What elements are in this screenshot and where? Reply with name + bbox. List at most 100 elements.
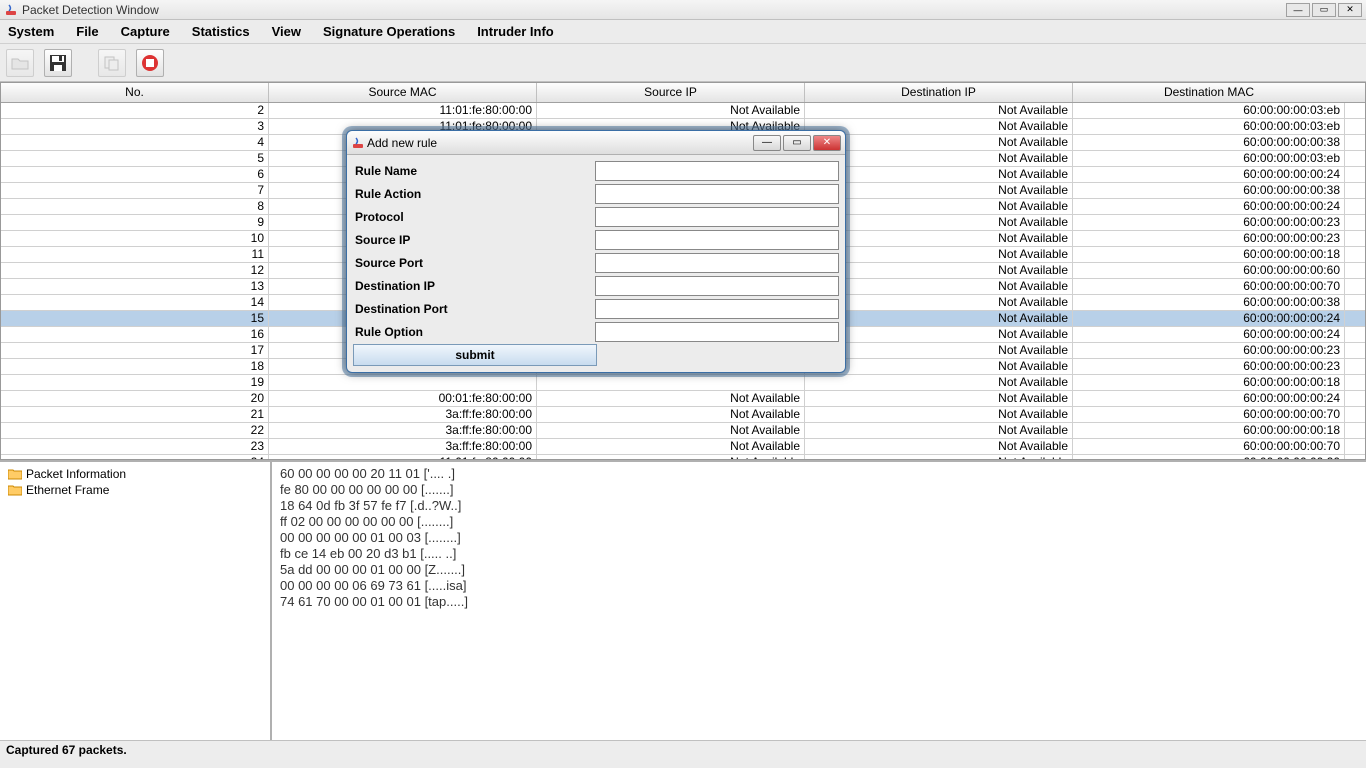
cell-dmac: 60:00:00:00:00:38 xyxy=(1073,135,1345,150)
cell-no: 7 xyxy=(1,183,269,198)
cell-dmac: 60:00:00:00:00:24 xyxy=(1073,311,1345,326)
cell-dmac: 60:00:00:00:00:23 xyxy=(1073,215,1345,230)
add-rule-dialog: Add new rule — ▭ ✕ Rule Name Rule Action… xyxy=(346,130,846,373)
titlebar: Packet Detection Window — ▭ ✕ xyxy=(0,0,1366,20)
cell-dmac: 60:00:00:00:00:60 xyxy=(1073,263,1345,278)
submit-button[interactable]: submit xyxy=(353,344,597,366)
input-protocol[interactable] xyxy=(595,207,839,227)
maximize-button[interactable]: ▭ xyxy=(1312,3,1336,17)
tree-label: Ethernet Frame xyxy=(26,483,109,497)
cell-dmac: 60:00:00:00:00:70 xyxy=(1073,439,1345,454)
form-row-protocol: Protocol xyxy=(351,205,841,228)
cell-dip: Not Available xyxy=(805,103,1073,118)
label-rule-name: Rule Name xyxy=(351,164,595,178)
form-row-destination-ip: Destination IP xyxy=(351,274,841,297)
form-row-rule-name: Rule Name xyxy=(351,159,841,182)
cell-dmac: 60:00:00:00:00:70 xyxy=(1073,407,1345,422)
table-row[interactable]: 213a:ff:fe:80:00:00Not AvailableNot Avai… xyxy=(1,407,1365,423)
cell-dmac: 60:00:00:00:00:24 xyxy=(1073,167,1345,182)
cell-dmac: 60:00:00:00:00:18 xyxy=(1073,423,1345,438)
input-rule-action[interactable] xyxy=(595,184,839,204)
table-row[interactable]: 19Not Available60:00:00:00:00:18 xyxy=(1,375,1365,391)
cell-smac: 3a:ff:fe:80:00:00 xyxy=(269,423,537,438)
cell-smac: 00:01:fe:80:00:00 xyxy=(269,391,537,406)
table-row[interactable]: 211:01:fe:80:00:00Not AvailableNot Avail… xyxy=(1,103,1365,119)
hex-line: fb ce 14 eb 00 20 d3 b1 [..... ..] xyxy=(280,546,1358,562)
menubar: System File Capture Statistics View Sign… xyxy=(0,20,1366,44)
dialog-titlebar[interactable]: Add new rule — ▭ ✕ xyxy=(347,131,845,155)
save-button[interactable] xyxy=(44,49,72,77)
input-source-port[interactable] xyxy=(595,253,839,273)
menu-statistics[interactable]: Statistics xyxy=(188,22,254,41)
cell-dmac: 60:00:00:00:00:38 xyxy=(1073,183,1345,198)
label-rule-option: Rule Option xyxy=(351,325,595,339)
cell-dmac: 60:00:00:00:00:24 xyxy=(1073,199,1345,214)
cell-smac xyxy=(269,375,537,390)
input-destination-ip[interactable] xyxy=(595,276,839,296)
table-row[interactable]: 233a:ff:fe:80:00:00Not AvailableNot Avai… xyxy=(1,439,1365,455)
column-header-destination-ip[interactable]: Destination IP xyxy=(805,83,1073,102)
hex-line: 74 61 70 00 00 01 00 01 [tap.....] xyxy=(280,594,1358,610)
menu-signature-operations[interactable]: Signature Operations xyxy=(319,22,459,41)
dialog-maximize-button[interactable]: ▭ xyxy=(783,135,811,151)
java-icon xyxy=(4,3,18,17)
cell-dmac: 60:00:00:00:03:eb xyxy=(1073,119,1345,134)
menu-capture[interactable]: Capture xyxy=(117,22,174,41)
status-text: Captured 67 packets. xyxy=(6,743,127,757)
column-header-source-mac[interactable]: Source MAC xyxy=(269,83,537,102)
column-header-destination-mac[interactable]: Destination MAC xyxy=(1073,83,1345,102)
hex-line: 60 00 00 00 00 20 11 01 ['.... .] xyxy=(280,466,1358,482)
window-title: Packet Detection Window xyxy=(22,3,1286,17)
cell-no: 14 xyxy=(1,295,269,310)
menu-view[interactable]: View xyxy=(268,22,305,41)
cell-dmac: 60:00:00:00:00:70 xyxy=(1073,279,1345,294)
minimize-button[interactable]: — xyxy=(1286,3,1310,17)
cell-dip: Not Available xyxy=(805,439,1073,454)
cell-dip: Not Available xyxy=(805,407,1073,422)
cell-no: 21 xyxy=(1,407,269,422)
tree-item-ethernet-frame[interactable]: Ethernet Frame xyxy=(4,482,266,498)
column-header-no[interactable]: No. xyxy=(1,83,269,102)
cell-no: 10 xyxy=(1,231,269,246)
menu-file[interactable]: File xyxy=(72,22,102,41)
table-row[interactable]: 223a:ff:fe:80:00:00Not AvailableNot Avai… xyxy=(1,423,1365,439)
form-row-source-port: Source Port xyxy=(351,251,841,274)
cell-no: 2 xyxy=(1,103,269,118)
cell-no: 17 xyxy=(1,343,269,358)
dialog-title: Add new rule xyxy=(365,136,753,150)
cell-no: 15 xyxy=(1,311,269,326)
cell-no: 18 xyxy=(1,359,269,374)
label-rule-action: Rule Action xyxy=(351,187,595,201)
hex-line: 00 00 00 00 00 01 00 03 [........] xyxy=(280,530,1358,546)
cell-dmac: 60:00:00:00:00:23 xyxy=(1073,343,1345,358)
tree-item-packet-info[interactable]: Packet Information xyxy=(4,466,266,482)
cell-no: 5 xyxy=(1,151,269,166)
input-destination-port[interactable] xyxy=(595,299,839,319)
table-row[interactable]: 2000:01:fe:80:00:00Not AvailableNot Avai… xyxy=(1,391,1365,407)
hex-dump-pane[interactable]: 60 00 00 00 00 20 11 01 ['.... .]fe 80 0… xyxy=(272,462,1366,740)
close-button[interactable]: ✕ xyxy=(1338,3,1362,17)
cell-sip: Not Available xyxy=(537,103,805,118)
cell-dip: Not Available xyxy=(805,375,1073,390)
dialog-close-button[interactable]: ✕ xyxy=(813,135,841,151)
input-source-ip[interactable] xyxy=(595,230,839,250)
copy-button[interactable] xyxy=(98,49,126,77)
tree-pane[interactable]: Packet Information Ethernet Frame xyxy=(0,462,272,740)
cell-sip: Not Available xyxy=(537,423,805,438)
label-source-port: Source Port xyxy=(351,256,595,270)
input-rule-name[interactable] xyxy=(595,161,839,181)
hex-line: 18 64 0d fb 3f 57 fe f7 [.d..?W..] xyxy=(280,498,1358,514)
folder-open-icon xyxy=(11,55,29,71)
column-header-source-ip[interactable]: Source IP xyxy=(537,83,805,102)
folder-icon xyxy=(8,468,22,480)
cell-dmac: 60:00:00:00:00:23 xyxy=(1073,359,1345,374)
dialog-body: Rule Name Rule Action Protocol Source IP… xyxy=(347,155,845,372)
open-button[interactable] xyxy=(6,49,34,77)
dialog-minimize-button[interactable]: — xyxy=(753,135,781,151)
menu-system[interactable]: System xyxy=(4,22,58,41)
cell-no: 13 xyxy=(1,279,269,294)
menu-intruder-info[interactable]: Intruder Info xyxy=(473,22,558,41)
stop-capture-button[interactable] xyxy=(136,49,164,77)
input-rule-option[interactable] xyxy=(595,322,839,342)
label-destination-ip: Destination IP xyxy=(351,279,595,293)
